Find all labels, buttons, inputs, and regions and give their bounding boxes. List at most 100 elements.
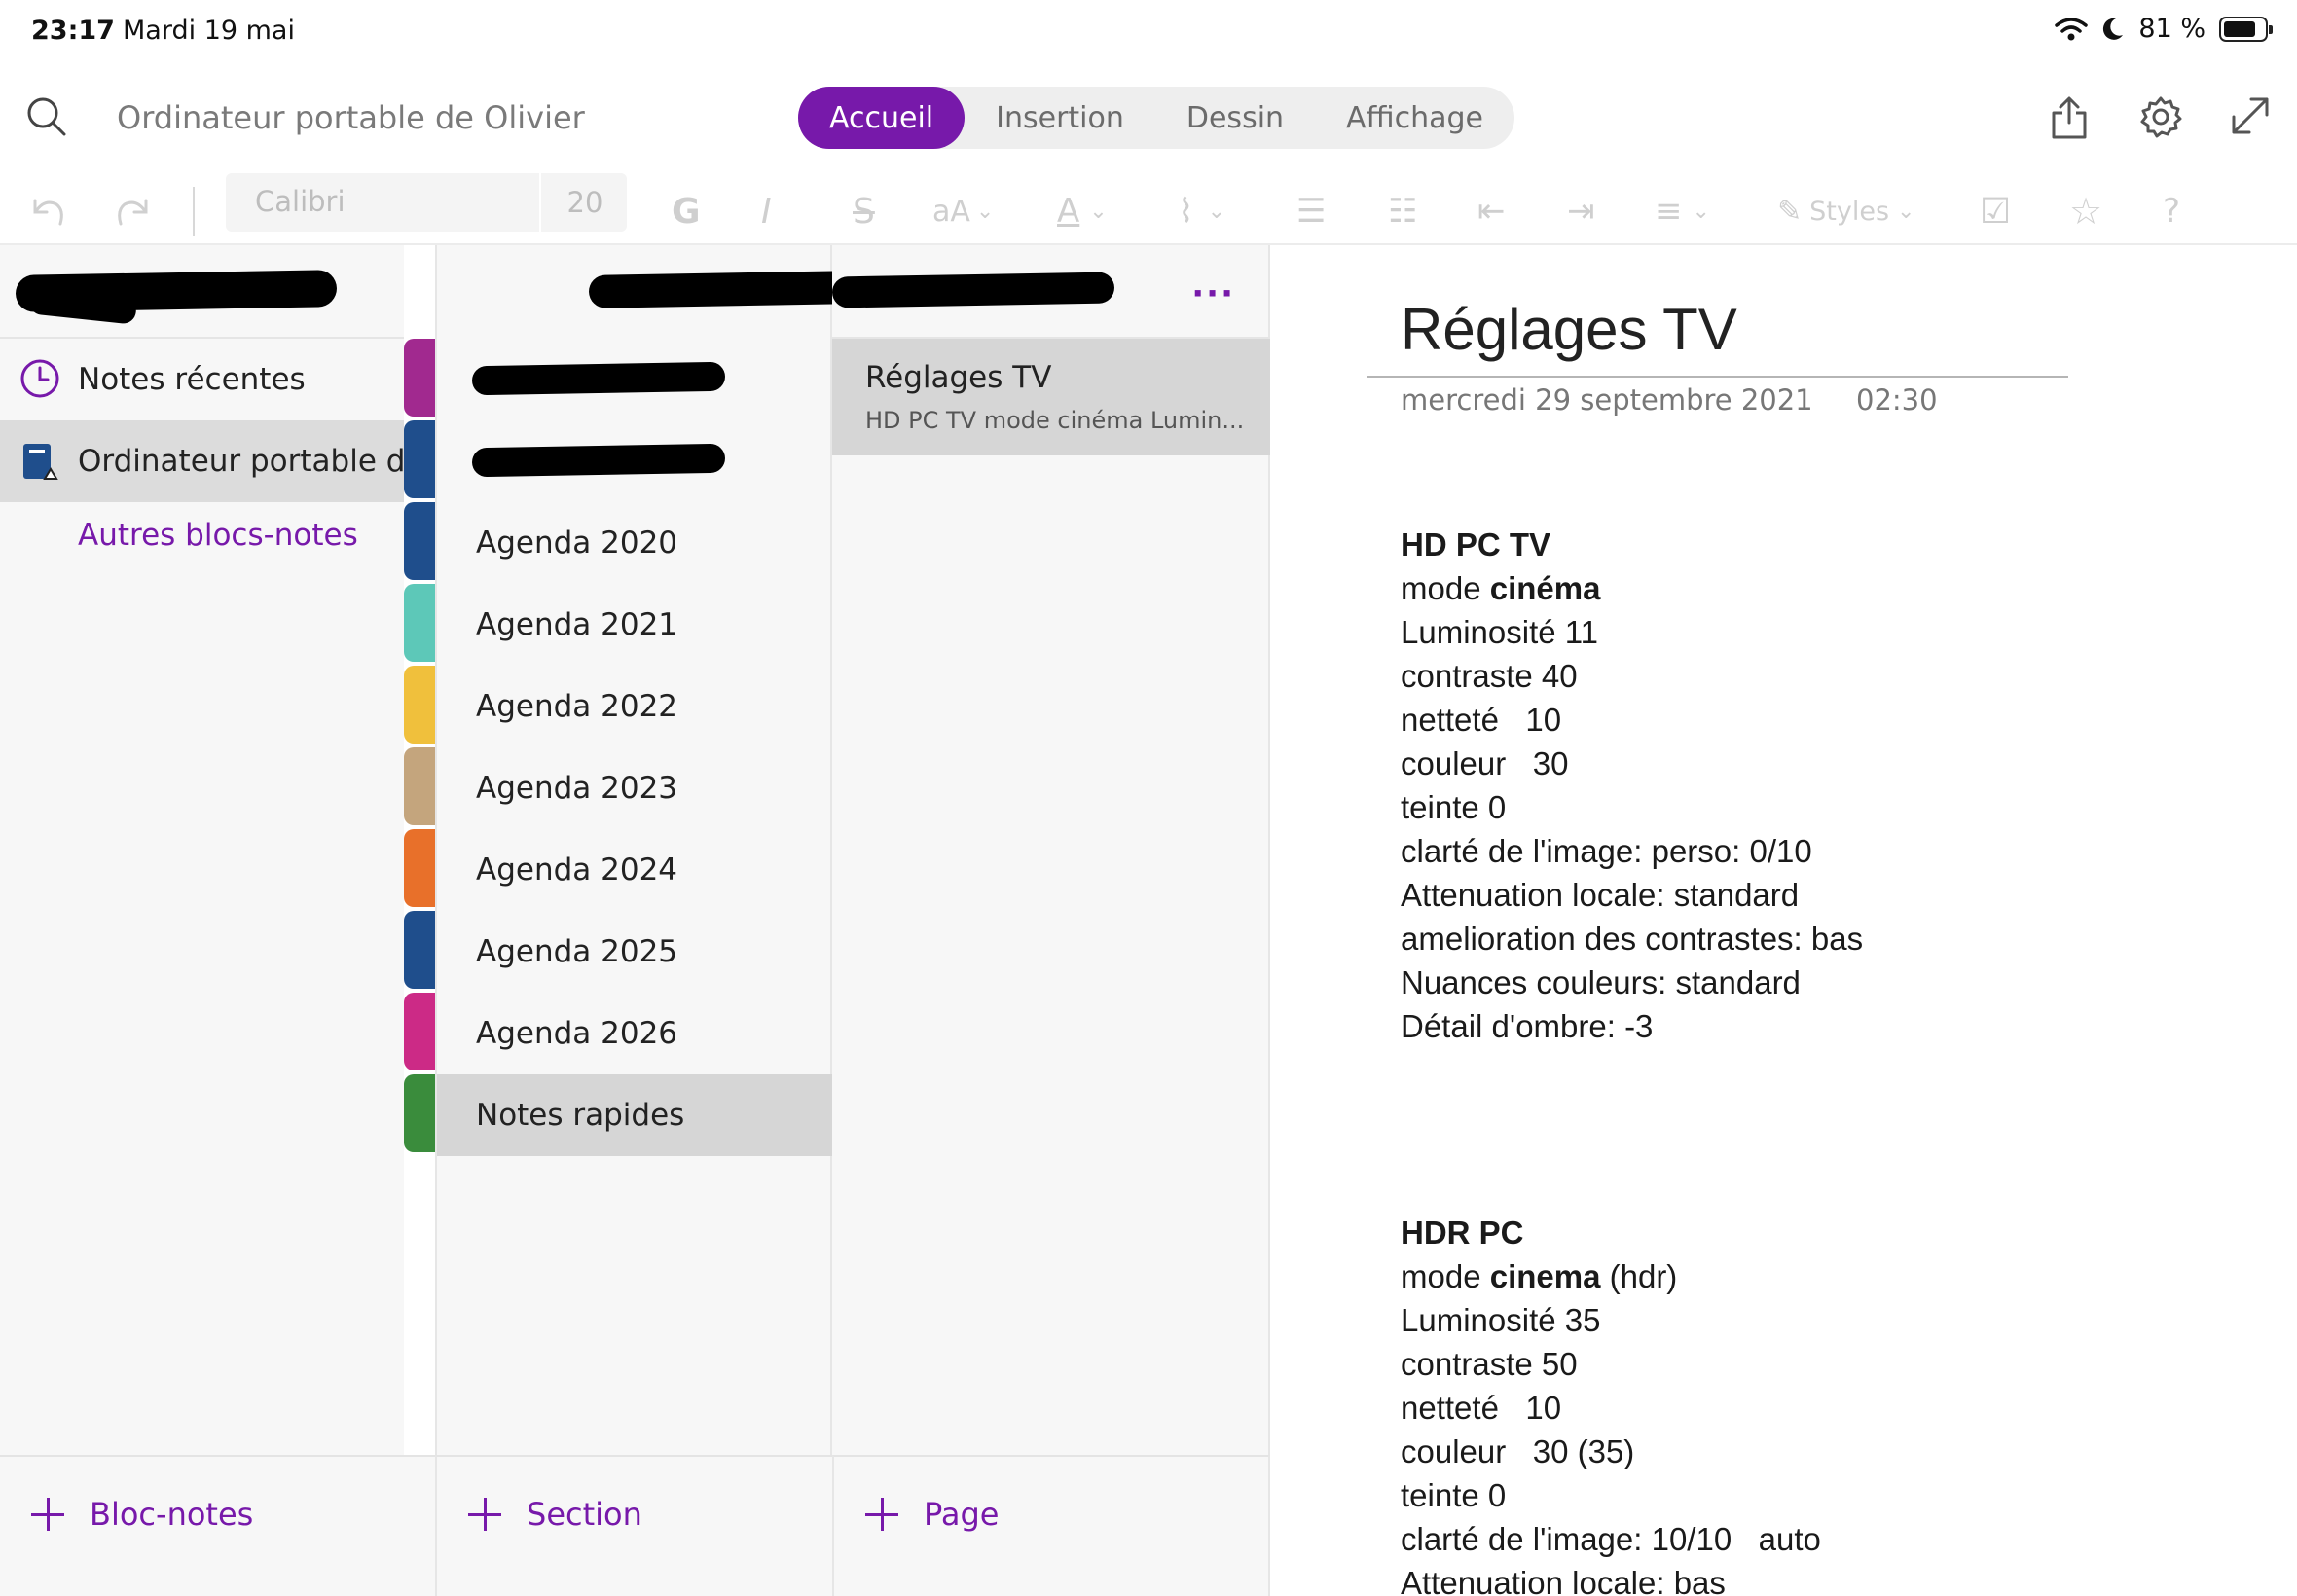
numbered-list-icon[interactable]: ☷	[1388, 187, 1417, 236]
other-notebooks-link[interactable]: Autres blocs-notes	[78, 518, 358, 553]
sidebar-item-notebook[interactable]: Ordinateur portable de...	[0, 420, 404, 502]
question-icon[interactable]: ?	[2163, 187, 2180, 236]
bullet-list-icon[interactable]: ☰	[1296, 187, 1326, 236]
note-block-hdr[interactable]: HDR PC mode cinema (hdr) Luminosité 35 cont…	[1401, 1211, 1821, 1596]
note-line: HD PC TV	[1401, 523, 1863, 566]
section-item[interactable]: Agenda 2021	[437, 584, 832, 666]
page-item[interactable]: Réglages TV HD PC TV mode cinéma Lumin..…	[832, 339, 1270, 455]
section-item-label: Agenda 2022	[476, 689, 678, 724]
note-line: teinte 0	[1401, 785, 1863, 829]
section-color-tab[interactable]	[404, 993, 435, 1070]
plus-icon	[468, 1498, 501, 1531]
expand-icon[interactable]	[2230, 95, 2271, 136]
indent-icon[interactable]: ⇥	[1567, 187, 1595, 236]
add-page-label: Page	[924, 1496, 1000, 1533]
chevron-down-icon: ⌄	[1897, 199, 1915, 224]
section-item-label: Agenda 2025	[476, 934, 678, 969]
bold-button[interactable]: G	[672, 187, 701, 236]
font-picker[interactable]: Calibri 20	[226, 173, 627, 232]
styles-button[interactable]: ✎ Styles ⌄	[1777, 187, 1914, 236]
add-section-button[interactable]: Section	[468, 1496, 642, 1533]
note-line-text: Attenuation locale: standard	[1401, 877, 1800, 913]
sidebar-item-label: Notes récentes	[78, 362, 306, 397]
section-item[interactable]: Agenda 2024	[437, 829, 832, 911]
styles-icon: ✎	[1777, 194, 1803, 229]
status-bar: 23:17 Mardi 19 mai 81 %	[0, 0, 2297, 60]
add-notebook-label: Bloc-notes	[90, 1496, 254, 1533]
redacted-scribble	[831, 272, 1115, 308]
note-canvas[interactable]: Réglages TV mercredi 29 septembre 2021 0…	[1270, 245, 2297, 1596]
section-item[interactable]	[437, 339, 832, 420]
app-header: Ordinateur portable de Olivier Accueil In…	[0, 60, 2297, 175]
add-notebook-button[interactable]: Bloc-notes	[31, 1496, 253, 1533]
battery-icon	[2219, 16, 2273, 42]
section-item[interactable]: Agenda 2022	[437, 666, 832, 747]
strikethrough-button[interactable]: S	[853, 187, 875, 236]
section-item[interactable]: Agenda 2026	[437, 993, 832, 1074]
section-color-tab[interactable]	[404, 420, 435, 498]
note-line: Attenuation locale: bas	[1401, 1561, 1821, 1596]
note-line: netteté 10	[1401, 1386, 1821, 1430]
wifi-icon	[2055, 17, 2089, 40]
note-line: mode cinéma	[1401, 566, 1863, 610]
note-line-suffix: (hdr)	[1600, 1258, 1678, 1294]
account-header[interactable]	[0, 245, 404, 339]
font-color-icon: A	[1057, 192, 1080, 231]
section-item-label: Agenda 2021	[476, 607, 678, 642]
share-icon[interactable]	[2050, 95, 2089, 140]
page-item-title: Réglages TV	[865, 360, 1052, 395]
notebook-icon	[23, 444, 58, 480]
section-item[interactable]: Agenda 2023	[437, 747, 832, 829]
checkbox-icon[interactable]: ☑	[1980, 187, 2011, 236]
sidebar-item-recent[interactable]: Notes récentes	[0, 339, 404, 420]
note-line-text: netteté 10	[1401, 702, 1562, 738]
note-line-text: contraste 50	[1401, 1346, 1578, 1382]
star-icon[interactable]: ☆	[2069, 187, 2102, 236]
section-color-tab[interactable]	[404, 666, 435, 744]
add-page-button[interactable]: Page	[865, 1496, 999, 1533]
page-time: 02:30	[1856, 383, 1938, 417]
redo-icon[interactable]	[115, 187, 154, 236]
notebook-sidebar: Notes récentes Ordinateur portable de...…	[0, 245, 404, 1596]
status-date: Mardi 19 mai	[123, 16, 295, 46]
font-case-button[interactable]: aA ⌄	[932, 187, 994, 236]
highlighter-icon: ⌇	[1178, 192, 1194, 231]
notebook-title: Ordinateur portable de Olivier	[117, 99, 585, 136]
align-icon: ≡	[1655, 192, 1683, 231]
section-item[interactable]: Agenda 2025	[437, 911, 832, 993]
note-line: Détail d'ombre: -3	[1401, 1004, 1863, 1048]
tab-dessin[interactable]: Dessin	[1155, 87, 1315, 149]
note-line-text: Détail d'ombre: -3	[1401, 1008, 1654, 1044]
font-size[interactable]: 20	[539, 173, 629, 232]
note-line: HDR PC	[1401, 1211, 1821, 1254]
search-icon[interactable]	[25, 95, 68, 138]
tab-insertion[interactable]: Insertion	[965, 87, 1155, 149]
section-color-tab[interactable]	[404, 747, 435, 825]
note-line: netteté 10	[1401, 698, 1863, 742]
page-title[interactable]: Réglages TV	[1401, 296, 1737, 363]
highlight-button[interactable]: ⌇ ⌄	[1178, 187, 1225, 236]
align-button[interactable]: ≡ ⌄	[1655, 187, 1710, 236]
section-color-tab[interactable]	[404, 339, 435, 417]
more-options-icon[interactable]: ···	[1191, 277, 1235, 310]
plus-icon	[865, 1498, 898, 1531]
note-block-hd[interactable]: HD PC TV mode cinéma Luminosité 11 contrast…	[1401, 523, 1863, 1048]
section-color-tab[interactable]	[404, 1074, 435, 1152]
italic-button[interactable]: I	[761, 187, 772, 236]
section-item[interactable]	[437, 420, 832, 502]
note-line: mode cinema (hdr)	[1401, 1254, 1821, 1298]
section-color-tab[interactable]	[404, 829, 435, 907]
section-item[interactable]: Notes rapides	[437, 1074, 832, 1156]
note-line-text: Nuances couleurs: standard	[1401, 964, 1801, 1000]
section-color-tab[interactable]	[404, 502, 435, 580]
section-item[interactable]: Agenda 2020	[437, 502, 832, 584]
font-color-button[interactable]: A ⌄	[1057, 187, 1108, 236]
redacted-scribble	[471, 443, 726, 478]
section-color-tab[interactable]	[404, 584, 435, 662]
undo-icon[interactable]	[27, 187, 66, 236]
tab-accueil[interactable]: Accueil	[798, 87, 966, 149]
outdent-icon[interactable]: ⇤	[1477, 187, 1506, 236]
section-color-tab[interactable]	[404, 911, 435, 989]
gear-icon[interactable]	[2139, 95, 2182, 138]
tab-affichage[interactable]: Affichage	[1315, 87, 1514, 149]
